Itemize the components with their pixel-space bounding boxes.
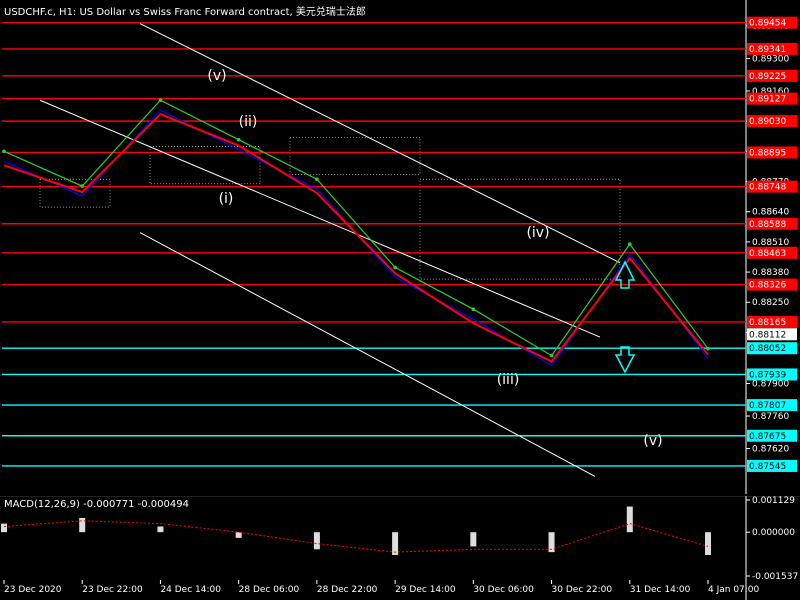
resistance-price-label: 0.89030 [749,117,786,127]
y-tick-label: 0.88250 [752,298,789,308]
price-point [80,184,84,188]
price-point [236,137,241,142]
x-tick-label: 24 Dec 14:00 [160,585,221,595]
y-tick-label: 0.89300 [752,54,789,64]
resistance-price-label: 0.88326 [749,281,786,291]
wave-label: (ii) [239,114,258,130]
x-tick-label: 31 Dec 14:00 [630,585,691,595]
macd-bar [470,532,477,547]
wave-label: (i) [219,191,234,207]
x-tick-label: 23 Dec 22:00 [82,585,143,595]
x-tick-label: 29 Dec 14:00 [395,585,456,595]
y-tick-label: 0.88640 [752,208,789,218]
current-price-label: 0.88112 [749,330,786,340]
resistance-price-label: 0.89341 [749,45,786,55]
x-tick-label: 30 Dec 22:00 [552,585,613,595]
y-tick-label: 0.87900 [752,380,789,390]
x-tick-label: 23 Dec 2020 [4,585,62,595]
macd-y-tick-label: 0.000000 [752,528,795,538]
y-tick-label: 0.88510 [752,238,789,248]
support-price-label: 0.87939 [749,370,786,380]
price-point [706,346,710,351]
macd-bar [705,532,711,555]
x-tick-label: 28 Dec 06:00 [239,585,300,595]
chart-title: USDCHF.c, H1: US Dollar vs Swiss Franc F… [4,7,366,18]
support-price-label: 0.87545 [749,462,786,472]
x-tick-label: 4 Jan 07:00 [708,585,760,595]
macd-chart[interactable]: 0.001129 0.000000 -0.001537 23 Dec 2020 23 D… [0,496,800,600]
macd-bar [392,532,399,555]
x-tick-label: 30 Dec 06:00 [473,585,534,595]
resistance-price-label: 0.88588 [749,220,786,230]
y-tick-label: 0.87760 [752,412,789,422]
macd-bar [79,517,86,533]
resistance-price-label: 0.88165 [749,318,786,328]
macd-title: MACD(12,26,9) -0.000771 -0.000494 [4,499,189,510]
price-point [628,242,632,246]
wave-label: (v) [207,68,226,84]
macd-y-tick-label: 0.001129 [752,496,795,506]
price-point [158,98,163,102]
price-point [2,149,6,154]
chart-background [0,0,800,494]
support-price-label: 0.88052 [749,344,786,354]
resistance-price-label: 0.89225 [749,72,786,82]
price-point [393,265,397,270]
macd-bar [626,506,633,533]
price-point [315,177,319,181]
macd-bar [157,526,164,533]
price-chart[interactable]: 0.894400.893000.891600.890300.889000.887… [0,0,800,494]
resistance-price-label: 0.88748 [749,183,786,193]
resistance-price-label: 0.88895 [749,148,786,158]
x-tick-label: 28 Dec 22:00 [317,585,378,595]
price-point [471,307,476,312]
macd-bar [235,532,242,538]
support-price-label: 0.87675 [749,432,786,442]
macd-bar [313,532,320,550]
price-point [549,353,554,358]
wave-label: (iii) [497,372,520,388]
resistance-price-label: 0.88463 [749,249,786,259]
macd-y-tick-label: -0.001537 [752,572,798,582]
wave-label: (iv) [526,225,549,241]
resistance-price-label: 0.89454 [749,19,786,29]
support-price-label: 0.87807 [749,401,786,411]
y-tick-label: 0.87620 [752,445,789,455]
resistance-price-label: 0.89127 [749,95,786,105]
macd-bar [1,523,7,533]
y-tick-label: 0.88380 [752,268,789,278]
wave-label: (v) [643,433,662,449]
